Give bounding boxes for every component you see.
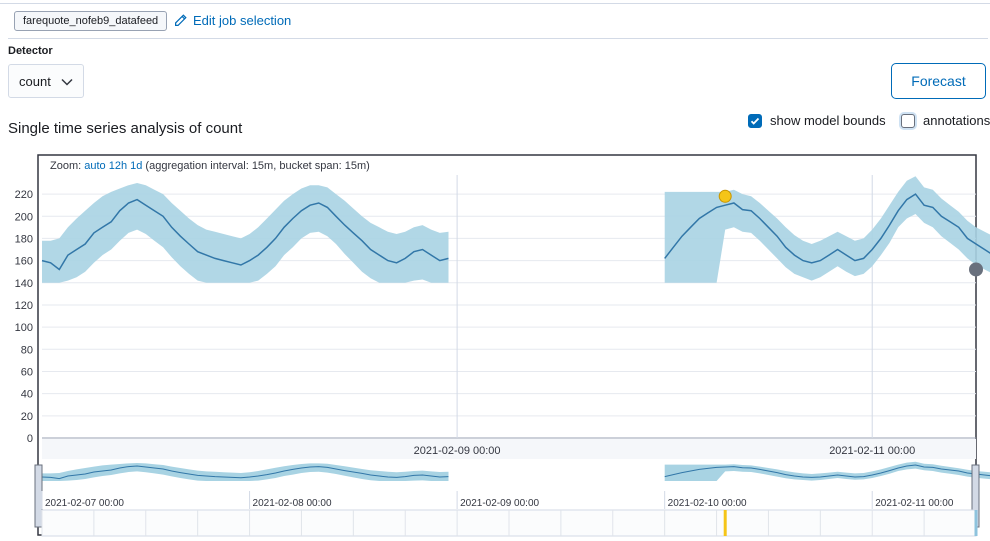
swimlane-anomaly-cell [974, 510, 978, 536]
forecast-button[interactable]: Forecast [891, 63, 986, 99]
context-x-tick-label: 2021-02-07 00:00 [45, 498, 124, 509]
brush-handle-left[interactable] [34, 464, 43, 528]
y-tick-label: 180 [15, 233, 33, 245]
y-tick-label: 120 [15, 300, 33, 312]
header-divider [8, 38, 988, 39]
y-tick-label: 220 [15, 189, 33, 201]
x-tick-label: 2021-02-09 00:00 [414, 445, 501, 457]
show-model-bounds-checkbox[interactable]: show model bounds [748, 113, 886, 128]
zoom-option-1d[interactable]: 1d [130, 160, 145, 172]
context-x-tick-label: 2021-02-09 00:00 [460, 498, 539, 509]
y-tick-label: 60 [21, 366, 33, 378]
y-tick-label: 160 [15, 256, 33, 268]
chart-svg: Zoom: auto 12h 1d (aggregation interval:… [15, 154, 990, 537]
detector-select[interactable]: count [8, 64, 84, 98]
detector-label: Detector [8, 45, 53, 57]
annotations-label: annotations [923, 113, 990, 128]
x-tick-label: 2021-02-11 00:00 [829, 445, 915, 457]
chevron-down-icon [61, 74, 73, 89]
context-x-tick-label: 2021-02-08 00:00 [253, 498, 332, 509]
checkbox-checked-icon [748, 113, 762, 128]
zoom-prefix: Zoom: [50, 160, 84, 172]
anomaly-marker [718, 189, 732, 203]
job-badge: farequote_nofeb9_datafeed [14, 11, 168, 31]
y-tick-label: 80 [21, 344, 33, 356]
show-model-bounds-label: show model bounds [770, 113, 886, 128]
zoom-bar: Zoom: auto 12h 1d (aggregation interval:… [50, 160, 370, 172]
detector-selected-value: count [19, 73, 51, 89]
top-divider [0, 3, 990, 4]
context-x-tick-label: 2021-02-11 00:00 [875, 498, 954, 509]
y-tick-label: 40 [21, 389, 33, 401]
context-x-tick-label: 2021-02-10 00:00 [668, 498, 747, 509]
anomaly-marker [969, 262, 983, 277]
edit-job-selection-label: Edit job selection [193, 13, 292, 28]
y-tick-label: 20 [21, 411, 33, 423]
zoom-info: (aggregation interval: 15m, bucket span:… [145, 160, 369, 172]
y-tick-label: 100 [15, 322, 33, 334]
page-title: Single time series analysis of count [8, 120, 243, 137]
annotations-checkbox[interactable]: annotations [901, 113, 990, 128]
single-metric-chart: Zoom: auto 12h 1d (aggregation interval:… [0, 153, 990, 541]
y-tick-label: 140 [15, 278, 33, 290]
zoom-option-auto[interactable]: auto [84, 160, 108, 172]
y-tick-label: 0 [27, 433, 33, 445]
zoom-option-12h[interactable]: 12h [109, 160, 130, 172]
pencil-icon [174, 14, 187, 27]
y-tick-label: 200 [15, 211, 33, 223]
checkbox-unchecked-icon [901, 113, 915, 128]
swimlane-anomaly-cell [723, 510, 727, 536]
edit-job-selection-link[interactable]: Edit job selection [174, 13, 291, 28]
